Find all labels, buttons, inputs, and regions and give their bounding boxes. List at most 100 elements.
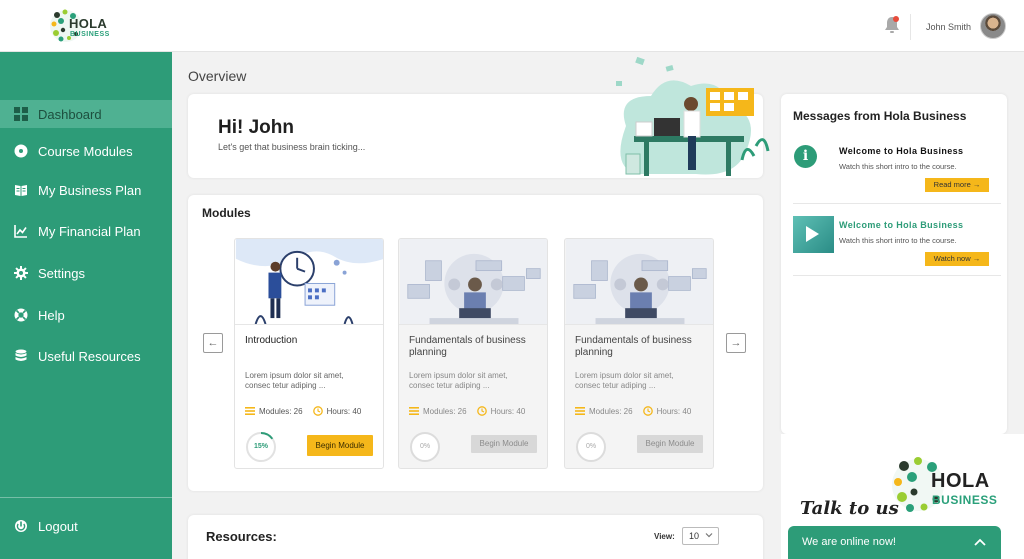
messages-title: Messages from Hola Business <box>793 109 967 123</box>
read-more-button[interactable]: Read more → <box>925 178 989 192</box>
resources-card: Resources: View: 10 <box>188 515 763 559</box>
logo-word-business: BUSINESS <box>70 31 110 38</box>
carousel-prev-button[interactable]: ← <box>203 333 223 353</box>
gear-icon <box>14 266 28 280</box>
sidebar-item-business-plan[interactable]: My Business Plan <box>0 176 172 204</box>
sidebar-item-label: Dashboard <box>38 106 102 122</box>
module-card-fundamentals[interactable]: Fundamentals of business planning Lorem … <box>398 238 548 469</box>
module-hours: Hours: 40 <box>490 406 526 416</box>
watch-now-button[interactable]: Watch now → <box>925 252 989 266</box>
module-count: Modules: 26 <box>589 406 633 416</box>
module-description: Lorem ipsum dolor sit amet, consec tetur… <box>245 371 344 390</box>
sidebar-item-useful-resources[interactable]: Useful Resources <box>0 342 172 370</box>
module-title: Fundamentals of business planning <box>575 335 692 358</box>
page-title: Overview <box>188 68 247 84</box>
module-meta: Modules: 26 Hours: 40 <box>245 406 381 416</box>
arrow-right-icon: → <box>730 337 742 349</box>
resources-title: Resources: <box>206 529 277 544</box>
sidebar-item-label: My Business Plan <box>38 182 142 198</box>
database-icon <box>14 349 28 363</box>
module-hours: Hours: 40 <box>326 406 362 416</box>
power-icon <box>14 519 28 533</box>
clock-icon <box>312 406 323 416</box>
arrow-left-icon: ← <box>207 337 219 349</box>
module-title: Introduction <box>245 335 298 346</box>
module-meta: Modules: 26 Hours: 40 <box>575 406 711 416</box>
module-description: Lorem ipsum dolor sit amet, consec tetur… <box>575 371 674 390</box>
logout-label: Logout <box>38 518 78 534</box>
progress-percent: 0% <box>419 443 431 450</box>
module-card-fundamentals-2[interactable]: Fundamentals of business planning Lorem … <box>564 238 714 469</box>
module-title: Fundamentals of business planning <box>409 335 526 358</box>
begin-module-button-disabled[interactable]: Begin Module <box>471 435 537 453</box>
progress-percent: 0% <box>585 443 597 450</box>
chart-line-icon <box>14 224 28 238</box>
message-divider <box>793 275 1001 276</box>
logout-button[interactable]: Logout <box>0 512 172 540</box>
avatar[interactable] <box>980 13 1006 39</box>
user-name[interactable]: John Smith <box>926 22 971 32</box>
module-thumbnail-workspace-illustration <box>399 239 547 325</box>
sidebar-item-label: Settings <box>38 265 85 281</box>
sidebar-item-help[interactable]: Help <box>0 301 172 329</box>
module-description: Lorem ipsum dolor sit amet, consec tetur… <box>409 371 508 390</box>
info-icon: i <box>794 145 817 168</box>
lifebuoy-icon <box>14 308 28 322</box>
module-thumbnail-workspace-illustration <box>565 239 713 325</box>
sidebar-item-course-modules[interactable]: Course Modules <box>0 137 172 165</box>
hola-business-logo[interactable]: HOLA BUSINESS <box>48 5 112 47</box>
greeting-title: Hi! John <box>218 117 294 138</box>
module-count: Modules: 26 <box>259 406 303 416</box>
logo-word-hola: HOLA <box>69 16 108 31</box>
sidebar-item-financial-plan[interactable]: My Financial Plan <box>0 217 172 245</box>
message-subtitle: Watch this short intro to the course. <box>839 236 957 245</box>
chat-logo-word-hola: HOLA <box>931 470 990 492</box>
module-meta: Modules: 26 Hours: 40 <box>409 406 545 416</box>
disc-icon <box>14 144 28 158</box>
clock-icon <box>476 406 487 416</box>
talk-to-us-label: Talk to us <box>800 498 899 519</box>
sidebar-divider <box>0 497 172 498</box>
message-subtitle: Watch this short intro to the course. <box>839 162 957 171</box>
carousel-next-button[interactable]: → <box>726 333 746 353</box>
dashboard-icon <box>14 107 28 121</box>
module-thumbnail-clock-illustration <box>235 239 383 325</box>
chat-online-bar[interactable]: We are online now! <box>788 526 1001 559</box>
module-hours: Hours: 40 <box>656 406 692 416</box>
sidebar: Dashboard Course Modules My Business Pla… <box>0 52 172 559</box>
play-icon <box>806 226 819 242</box>
view-count-select[interactable]: 10 <box>682 527 719 545</box>
sidebar-item-label: Useful Resources <box>38 348 141 364</box>
top-bar: HOLA BUSINESS John Smith <box>0 0 1024 52</box>
list-icon <box>575 407 585 415</box>
chevron-down-icon <box>705 533 713 538</box>
begin-module-button[interactable]: Begin Module <box>307 435 373 456</box>
chevron-up-icon <box>974 538 986 546</box>
view-count-value: 10 <box>689 531 700 541</box>
sidebar-item-dashboard[interactable]: Dashboard <box>0 100 172 128</box>
online-status-label: We are online now! <box>802 536 896 548</box>
clock-icon <box>642 406 653 416</box>
message-title: Welcome to Hola Business <box>839 146 964 156</box>
sidebar-item-label: My Financial Plan <box>38 223 141 239</box>
notification-badge <box>893 16 899 22</box>
view-label: View: <box>654 532 675 541</box>
sidebar-item-label: Help <box>38 307 65 323</box>
chat-logo-word-business: BUSINESS <box>932 493 998 507</box>
sidebar-item-settings[interactable]: Settings <box>0 259 172 287</box>
sidebar-item-label: Course Modules <box>38 143 133 159</box>
module-card-introduction[interactable]: Introduction Lorem ipsum dolor sit amet,… <box>234 238 384 469</box>
begin-module-button-disabled[interactable]: Begin Module <box>637 435 703 453</box>
busy-office-illustration <box>616 56 770 176</box>
book-icon <box>14 183 28 197</box>
video-thumbnail[interactable] <box>793 216 834 253</box>
progress-percent: 15% <box>253 443 268 450</box>
modules-card: Modules ← → Introduction Lorem ipsum dol… <box>188 195 763 491</box>
header-divider <box>910 14 911 40</box>
module-count: Modules: 26 <box>423 406 467 416</box>
list-icon <box>245 407 255 415</box>
message-divider <box>793 203 1001 204</box>
greeting-subtitle: Let's get that business brain ticking... <box>218 142 366 152</box>
modules-title: Modules <box>202 206 251 220</box>
message-title: Welcome to Hola Business <box>839 220 964 230</box>
